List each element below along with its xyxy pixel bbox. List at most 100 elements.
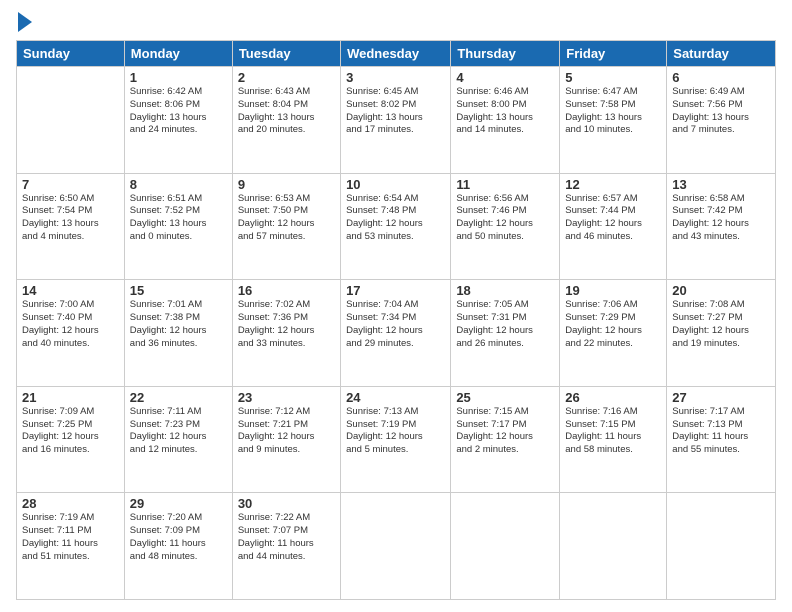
day-info: Sunrise: 7:02 AM Sunset: 7:36 PM Dayligh…	[238, 299, 335, 350]
day-info: Sunrise: 7:12 AM Sunset: 7:21 PM Dayligh…	[238, 406, 335, 457]
day-info: Sunrise: 7:11 AM Sunset: 7:23 PM Dayligh…	[130, 406, 227, 457]
col-header-friday: Friday	[560, 41, 667, 67]
day-number: 28	[22, 496, 119, 511]
day-number: 12	[565, 177, 661, 192]
day-number: 2	[238, 70, 335, 85]
empty-cell	[17, 67, 125, 174]
logo-arrow-icon	[18, 12, 32, 32]
day-number: 9	[238, 177, 335, 192]
day-number: 14	[22, 283, 119, 298]
col-header-sunday: Sunday	[17, 41, 125, 67]
empty-cell	[667, 493, 776, 600]
day-number: 21	[22, 390, 119, 405]
calendar-day-cell: 15Sunrise: 7:01 AM Sunset: 7:38 PM Dayli…	[124, 280, 232, 387]
calendar-day-cell: 21Sunrise: 7:09 AM Sunset: 7:25 PM Dayli…	[17, 386, 125, 493]
day-info: Sunrise: 7:09 AM Sunset: 7:25 PM Dayligh…	[22, 406, 119, 457]
calendar-day-cell: 22Sunrise: 7:11 AM Sunset: 7:23 PM Dayli…	[124, 386, 232, 493]
calendar-day-cell: 13Sunrise: 6:58 AM Sunset: 7:42 PM Dayli…	[667, 173, 776, 280]
day-number: 4	[456, 70, 554, 85]
day-number: 8	[130, 177, 227, 192]
day-number: 26	[565, 390, 661, 405]
day-info: Sunrise: 6:53 AM Sunset: 7:50 PM Dayligh…	[238, 193, 335, 244]
col-header-saturday: Saturday	[667, 41, 776, 67]
day-info: Sunrise: 7:19 AM Sunset: 7:11 PM Dayligh…	[22, 512, 119, 563]
day-number: 10	[346, 177, 445, 192]
calendar-day-cell: 17Sunrise: 7:04 AM Sunset: 7:34 PM Dayli…	[341, 280, 451, 387]
day-number: 1	[130, 70, 227, 85]
calendar-day-cell: 20Sunrise: 7:08 AM Sunset: 7:27 PM Dayli…	[667, 280, 776, 387]
calendar-day-cell: 28Sunrise: 7:19 AM Sunset: 7:11 PM Dayli…	[17, 493, 125, 600]
calendar-day-cell: 27Sunrise: 7:17 AM Sunset: 7:13 PM Dayli…	[667, 386, 776, 493]
header	[16, 12, 776, 32]
day-number: 11	[456, 177, 554, 192]
calendar-week-row: 7Sunrise: 6:50 AM Sunset: 7:54 PM Daylig…	[17, 173, 776, 280]
day-number: 5	[565, 70, 661, 85]
empty-cell	[341, 493, 451, 600]
day-info: Sunrise: 7:06 AM Sunset: 7:29 PM Dayligh…	[565, 299, 661, 350]
calendar-day-cell: 12Sunrise: 6:57 AM Sunset: 7:44 PM Dayli…	[560, 173, 667, 280]
day-number: 20	[672, 283, 770, 298]
calendar-day-cell: 23Sunrise: 7:12 AM Sunset: 7:21 PM Dayli…	[232, 386, 340, 493]
calendar-header-row: SundayMondayTuesdayWednesdayThursdayFrid…	[17, 41, 776, 67]
day-number: 22	[130, 390, 227, 405]
calendar-day-cell: 1Sunrise: 6:42 AM Sunset: 8:06 PM Daylig…	[124, 67, 232, 174]
day-info: Sunrise: 6:54 AM Sunset: 7:48 PM Dayligh…	[346, 193, 445, 244]
day-info: Sunrise: 6:46 AM Sunset: 8:00 PM Dayligh…	[456, 86, 554, 137]
day-info: Sunrise: 7:05 AM Sunset: 7:31 PM Dayligh…	[456, 299, 554, 350]
day-number: 3	[346, 70, 445, 85]
calendar-week-row: 28Sunrise: 7:19 AM Sunset: 7:11 PM Dayli…	[17, 493, 776, 600]
calendar-day-cell: 8Sunrise: 6:51 AM Sunset: 7:52 PM Daylig…	[124, 173, 232, 280]
calendar-day-cell: 2Sunrise: 6:43 AM Sunset: 8:04 PM Daylig…	[232, 67, 340, 174]
empty-cell	[451, 493, 560, 600]
day-info: Sunrise: 6:45 AM Sunset: 8:02 PM Dayligh…	[346, 86, 445, 137]
col-header-thursday: Thursday	[451, 41, 560, 67]
day-info: Sunrise: 7:17 AM Sunset: 7:13 PM Dayligh…	[672, 406, 770, 457]
calendar-day-cell: 11Sunrise: 6:56 AM Sunset: 7:46 PM Dayli…	[451, 173, 560, 280]
calendar-day-cell: 10Sunrise: 6:54 AM Sunset: 7:48 PM Dayli…	[341, 173, 451, 280]
col-header-tuesday: Tuesday	[232, 41, 340, 67]
day-number: 7	[22, 177, 119, 192]
day-info: Sunrise: 6:42 AM Sunset: 8:06 PM Dayligh…	[130, 86, 227, 137]
empty-cell	[560, 493, 667, 600]
col-header-wednesday: Wednesday	[341, 41, 451, 67]
day-info: Sunrise: 6:57 AM Sunset: 7:44 PM Dayligh…	[565, 193, 661, 244]
day-info: Sunrise: 6:51 AM Sunset: 7:52 PM Dayligh…	[130, 193, 227, 244]
calendar-day-cell: 3Sunrise: 6:45 AM Sunset: 8:02 PM Daylig…	[341, 67, 451, 174]
day-info: Sunrise: 7:08 AM Sunset: 7:27 PM Dayligh…	[672, 299, 770, 350]
day-number: 18	[456, 283, 554, 298]
calendar-day-cell: 7Sunrise: 6:50 AM Sunset: 7:54 PM Daylig…	[17, 173, 125, 280]
day-info: Sunrise: 7:13 AM Sunset: 7:19 PM Dayligh…	[346, 406, 445, 457]
calendar-day-cell: 26Sunrise: 7:16 AM Sunset: 7:15 PM Dayli…	[560, 386, 667, 493]
calendar-day-cell: 19Sunrise: 7:06 AM Sunset: 7:29 PM Dayli…	[560, 280, 667, 387]
day-info: Sunrise: 7:04 AM Sunset: 7:34 PM Dayligh…	[346, 299, 445, 350]
calendar-day-cell: 6Sunrise: 6:49 AM Sunset: 7:56 PM Daylig…	[667, 67, 776, 174]
day-number: 17	[346, 283, 445, 298]
day-info: Sunrise: 6:49 AM Sunset: 7:56 PM Dayligh…	[672, 86, 770, 137]
calendar-week-row: 1Sunrise: 6:42 AM Sunset: 8:06 PM Daylig…	[17, 67, 776, 174]
day-info: Sunrise: 6:43 AM Sunset: 8:04 PM Dayligh…	[238, 86, 335, 137]
calendar-day-cell: 14Sunrise: 7:00 AM Sunset: 7:40 PM Dayli…	[17, 280, 125, 387]
calendar-day-cell: 24Sunrise: 7:13 AM Sunset: 7:19 PM Dayli…	[341, 386, 451, 493]
day-info: Sunrise: 6:47 AM Sunset: 7:58 PM Dayligh…	[565, 86, 661, 137]
calendar-day-cell: 30Sunrise: 7:22 AM Sunset: 7:07 PM Dayli…	[232, 493, 340, 600]
day-number: 29	[130, 496, 227, 511]
day-number: 15	[130, 283, 227, 298]
logo	[16, 12, 32, 32]
day-number: 25	[456, 390, 554, 405]
day-info: Sunrise: 7:00 AM Sunset: 7:40 PM Dayligh…	[22, 299, 119, 350]
calendar-day-cell: 25Sunrise: 7:15 AM Sunset: 7:17 PM Dayli…	[451, 386, 560, 493]
day-info: Sunrise: 7:16 AM Sunset: 7:15 PM Dayligh…	[565, 406, 661, 457]
calendar-day-cell: 18Sunrise: 7:05 AM Sunset: 7:31 PM Dayli…	[451, 280, 560, 387]
day-info: Sunrise: 7:20 AM Sunset: 7:09 PM Dayligh…	[130, 512, 227, 563]
day-number: 6	[672, 70, 770, 85]
day-info: Sunrise: 6:50 AM Sunset: 7:54 PM Dayligh…	[22, 193, 119, 244]
day-number: 16	[238, 283, 335, 298]
day-number: 30	[238, 496, 335, 511]
calendar-day-cell: 5Sunrise: 6:47 AM Sunset: 7:58 PM Daylig…	[560, 67, 667, 174]
calendar-day-cell: 9Sunrise: 6:53 AM Sunset: 7:50 PM Daylig…	[232, 173, 340, 280]
day-info: Sunrise: 6:56 AM Sunset: 7:46 PM Dayligh…	[456, 193, 554, 244]
calendar-week-row: 14Sunrise: 7:00 AM Sunset: 7:40 PM Dayli…	[17, 280, 776, 387]
day-info: Sunrise: 7:01 AM Sunset: 7:38 PM Dayligh…	[130, 299, 227, 350]
day-number: 27	[672, 390, 770, 405]
day-number: 13	[672, 177, 770, 192]
